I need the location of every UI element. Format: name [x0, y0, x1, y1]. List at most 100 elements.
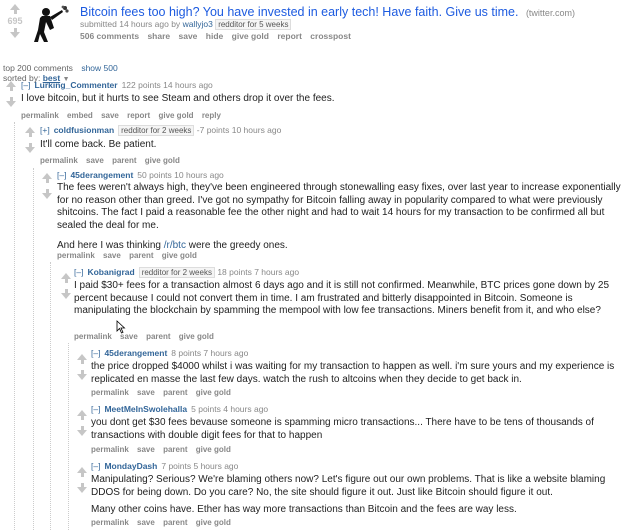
collapse-toggle[interactable]: [–] [91, 404, 100, 414]
comment-text: the price dropped $4000 whilst i was wai… [91, 361, 615, 385]
comment-author[interactable]: 45derangement [104, 348, 167, 358]
upvote-arrow-icon[interactable] [4, 4, 26, 14]
downvote-arrow-icon[interactable] [5, 97, 17, 107]
comments-link[interactable]: 506 comments [80, 31, 139, 41]
downvote-arrow-icon[interactable] [76, 370, 88, 380]
report-button[interactable]: report [277, 31, 302, 41]
parent-button[interactable]: parent [112, 156, 136, 165]
permalink-button[interactable]: permalink [91, 518, 129, 527]
save-button[interactable]: save [101, 111, 119, 120]
embed-button[interactable]: embed [67, 111, 93, 120]
permalink-button[interactable]: permalink [57, 251, 95, 260]
author-flair: redditor for 5 weeks [215, 19, 292, 30]
parent-button[interactable]: parent [163, 518, 187, 527]
parent-button[interactable]: parent [163, 388, 187, 397]
comment-author[interactable]: MeetMeInSwolehalla [104, 404, 187, 414]
comment-text: The fees weren't always high, they've be… [57, 182, 621, 231]
report-button[interactable]: report [127, 111, 150, 120]
post-domain[interactable]: (twitter.com) [526, 8, 575, 18]
downvote-arrow-icon[interactable] [4, 28, 26, 38]
save-button[interactable]: save [179, 31, 198, 41]
comment-buttons: permalink save parent give gold [74, 332, 220, 341]
save-button[interactable]: save [137, 445, 155, 454]
downvote-arrow-icon[interactable] [76, 483, 88, 493]
post-buttons: 506 comments share save hide give gold r… [80, 31, 357, 41]
upvote-arrow-icon[interactable] [24, 127, 36, 137]
comment-author[interactable]: coldfusionman [54, 125, 114, 135]
upvote-arrow-icon[interactable] [76, 467, 88, 477]
comment-vote [76, 467, 88, 493]
collapse-toggle[interactable]: [–] [91, 461, 100, 471]
comment-author[interactable]: Lurking_Commenter [34, 80, 117, 90]
mouse-cursor-icon [116, 320, 126, 339]
comment-text: you dont get $30 fees bevause someone is… [91, 417, 594, 441]
author-flair: redditor for 2 weeks [118, 125, 195, 136]
submitted-text: submitted 14 hours ago by [80, 19, 181, 29]
parent-button[interactable]: parent [163, 445, 187, 454]
comment-vote [76, 354, 88, 380]
permalink-button[interactable]: permalink [21, 111, 59, 120]
comment-tagline: [+] coldfusionman redditor for 2 weeks -7 … [40, 125, 281, 136]
post-title[interactable]: Bitcoin fees too high? You have invested… [80, 5, 518, 19]
collapse-toggle[interactable]: [–] [74, 267, 83, 277]
reply-button[interactable]: reply [202, 111, 221, 120]
upvote-arrow-icon[interactable] [41, 173, 53, 183]
parent-button[interactable]: parent [129, 251, 153, 260]
hide-button[interactable]: hide [206, 31, 223, 41]
comment-tagline: [–] Kobanigrad redditor for 2 weeks 18 poi… [74, 267, 299, 278]
post-tagline: submitted 14 hours ago by wallyjo3 reddi… [80, 19, 292, 30]
comment-text: Manipulating? Serious? We're blaming oth… [91, 474, 606, 498]
save-button[interactable]: save [137, 388, 155, 397]
comment-author[interactable]: MondayDash [104, 461, 157, 471]
give-gold-button[interactable]: give gold [179, 332, 214, 341]
show-all-link[interactable]: show 500 [81, 63, 117, 73]
comment-tagline: [–] 45derangement 8 points 7 hours ago [91, 348, 248, 358]
comment-vote [76, 410, 88, 436]
post-thumbnail[interactable] [32, 4, 72, 44]
comment-author[interactable]: 45derangement [70, 170, 133, 180]
comment-buttons: permalink save parent give gold [40, 156, 186, 165]
save-button[interactable]: save [86, 156, 104, 165]
comment-tagline: [–] MeetMeInSwolehalla 5 points 4 hours ag… [91, 404, 268, 414]
expand-toggle[interactable]: [+] [40, 125, 50, 135]
post-score: 695 [7, 16, 23, 26]
comment-body: I paid $30+ fees for a transaction almos… [74, 280, 629, 326]
downvote-arrow-icon[interactable] [41, 189, 53, 199]
comment-vote [60, 273, 72, 299]
give-gold-button[interactable]: give gold [162, 251, 197, 260]
post-author[interactable]: wallyjo3 [183, 19, 213, 29]
give-gold-button[interactable]: give gold [232, 31, 269, 41]
permalink-button[interactable]: permalink [91, 388, 129, 397]
comment-buttons: permalink save parent give gold [57, 251, 203, 260]
comment-text-fragment: were the greedy ones. [185, 240, 288, 251]
give-gold-button[interactable]: give gold [145, 156, 180, 165]
post-title-link[interactable]: Bitcoin fees too high? You have invested… [80, 5, 575, 19]
subreddit-link[interactable]: /r/btc [164, 240, 186, 251]
upvote-arrow-icon[interactable] [76, 354, 88, 364]
comment-tagline: [–] MondayDash 7 points 5 hours ago [91, 461, 238, 471]
downvote-arrow-icon[interactable] [24, 143, 36, 153]
permalink-button[interactable]: permalink [91, 445, 129, 454]
upvote-arrow-icon[interactable] [5, 81, 17, 91]
comment-author[interactable]: Kobanigrad [87, 267, 134, 277]
thread-line [33, 168, 34, 530]
collapse-toggle[interactable]: [–] [91, 348, 100, 358]
downvote-arrow-icon[interactable] [60, 289, 72, 299]
give-gold-button[interactable]: give gold [158, 111, 193, 120]
collapse-toggle[interactable]: [–] [57, 170, 66, 180]
give-gold-button[interactable]: give gold [196, 445, 231, 454]
upvote-arrow-icon[interactable] [76, 410, 88, 420]
crosspost-button[interactable]: crosspost [310, 31, 351, 41]
give-gold-button[interactable]: give gold [196, 388, 231, 397]
downvote-arrow-icon[interactable] [76, 426, 88, 436]
collapse-toggle[interactable]: [–] [21, 80, 30, 90]
permalink-button[interactable]: permalink [40, 156, 78, 165]
thread-line [68, 343, 69, 530]
give-gold-button[interactable]: give gold [196, 518, 231, 527]
parent-button[interactable]: parent [146, 332, 170, 341]
save-button[interactable]: save [137, 518, 155, 527]
save-button[interactable]: save [103, 251, 121, 260]
upvote-arrow-icon[interactable] [60, 273, 72, 283]
permalink-button[interactable]: permalink [74, 332, 112, 341]
share-button[interactable]: share [147, 31, 170, 41]
